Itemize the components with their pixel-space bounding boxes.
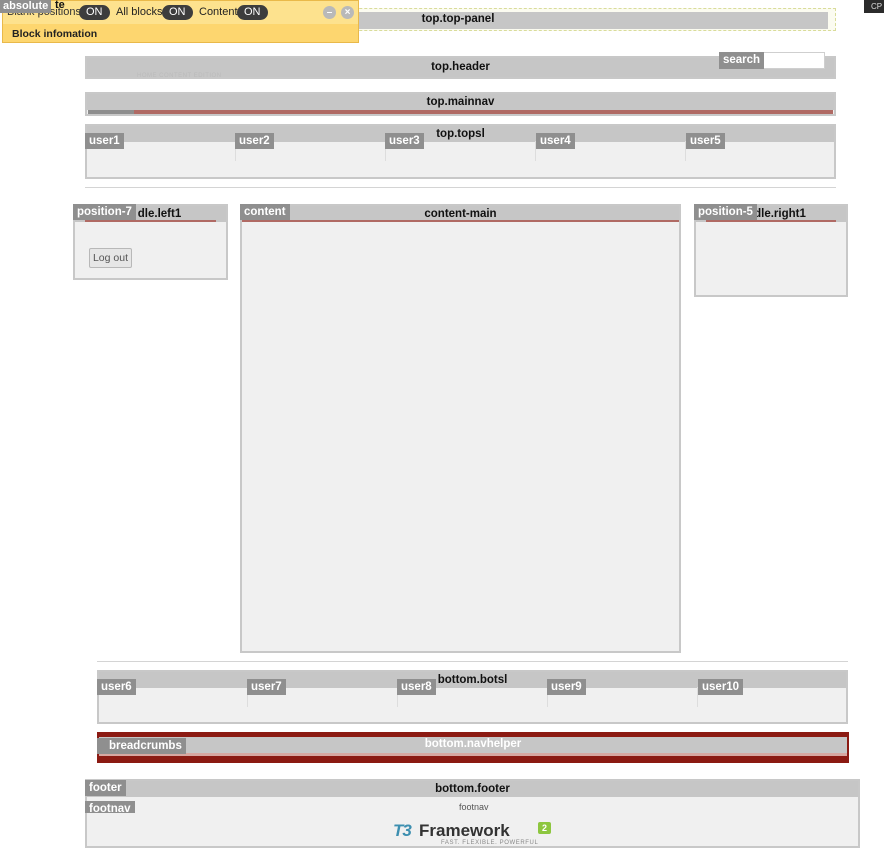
navhelper-title: bottom.navhelper — [424, 738, 522, 750]
blank-positions-toggle[interactable]: ON — [79, 5, 110, 20]
user7-tag: user7 — [247, 679, 286, 695]
user2-tag: user2 — [235, 133, 274, 149]
footnav-tag: footnav — [85, 801, 135, 813]
user9-tag: user9 — [547, 679, 586, 695]
content-tag: content — [240, 204, 290, 220]
logout-button[interactable]: Log out — [89, 248, 132, 268]
minimize-icon[interactable]: – — [323, 6, 336, 19]
corner-tab[interactable]: CP — [864, 0, 884, 13]
left-accent — [85, 220, 216, 222]
user8-tag: user8 — [397, 679, 436, 695]
mainnav-title: top.mainnav — [87, 94, 834, 110]
breadcrumbs-tag: breadcrumbs — [97, 738, 186, 754]
user10-tag: user10 — [698, 679, 744, 695]
search-tag: search — [719, 52, 765, 69]
footer-tag: footer — [85, 780, 126, 796]
all-blocks-label: All blocks — [116, 6, 163, 18]
position-7-tag: position-7 — [73, 204, 136, 220]
user6-tag: user6 — [97, 679, 136, 695]
content-toggle[interactable]: ON — [237, 5, 268, 20]
logo-t3: T3 — [393, 821, 412, 840]
mainnav-bar — [88, 110, 833, 114]
logo-tagline: FAST. FLEXIBLE. POWERFUL — [441, 840, 539, 846]
user1-tag: user1 — [85, 133, 124, 149]
footnav-text: footnav — [459, 802, 489, 812]
right-accent — [706, 220, 836, 222]
content-label: Content — [199, 6, 238, 18]
divider — [97, 661, 848, 662]
block-info-label[interactable]: Block infomation — [12, 28, 97, 40]
absolute-tag: absolute — [0, 0, 52, 13]
t3-framework-logo: T3 Framework 2 FAST. FLEXIBLE. POWERFUL — [393, 821, 553, 848]
user3-tag: user3 — [385, 133, 424, 149]
navhelper-accent — [99, 753, 847, 756]
logo-version-badge: 2 — [538, 822, 551, 834]
mainnav-block: top.mainnav — [85, 92, 836, 116]
divider — [85, 187, 836, 188]
user4-tag: user4 — [536, 133, 575, 149]
absolute-title-trailing: te — [55, 0, 65, 11]
mainnav-bar-start — [88, 110, 134, 114]
user5-tag: user5 — [686, 133, 725, 149]
footer-title: bottom.footer — [87, 781, 858, 797]
content-accent — [242, 220, 679, 222]
close-icon[interactable]: × — [341, 6, 354, 19]
header-tagline: HOME CONTENT EDITION — [137, 73, 222, 79]
content-block: content-main — [240, 204, 681, 653]
position-5-tag: position-5 — [694, 204, 757, 220]
logo-framework: Framework — [419, 821, 510, 840]
all-blocks-toggle[interactable]: ON — [162, 5, 193, 20]
